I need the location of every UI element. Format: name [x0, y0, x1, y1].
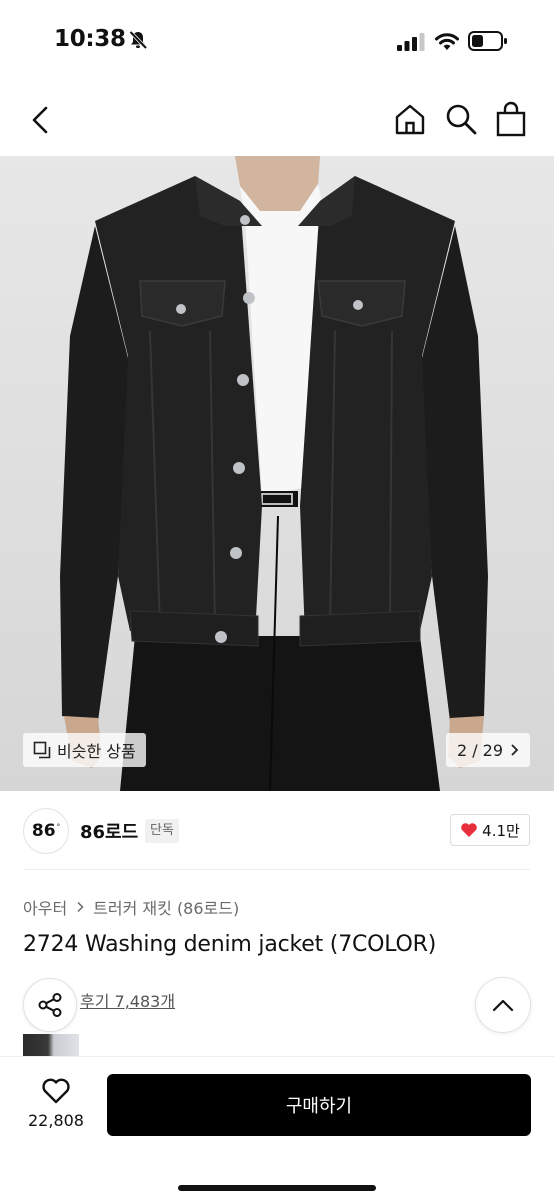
chevron-up-icon	[492, 999, 514, 1012]
similar-products-label: 비슷한 상품	[57, 742, 136, 761]
brand-logo-text: 86	[31, 821, 56, 841]
brand-row: 86 ° 86로드 단독 4.1만	[0, 791, 554, 871]
denim-jacket-photo	[60, 156, 488, 791]
scroll-to-top-button[interactable]	[475, 977, 531, 1033]
chevron-right-icon	[511, 744, 519, 756]
nav-bar	[0, 84, 554, 156]
similar-items-icon	[33, 741, 51, 759]
image-page-counter[interactable]: 2 / 29	[446, 733, 530, 767]
bell-off-icon	[129, 30, 148, 50]
back-icon[interactable]	[26, 104, 56, 136]
similar-products-button[interactable]: 비슷한 상품	[23, 733, 146, 767]
status-time: 10:38	[54, 26, 126, 52]
wish-count: 22,808	[28, 1111, 84, 1130]
signal-icon	[397, 33, 425, 51]
brand-logo-mark: °	[56, 823, 61, 831]
status-bar: 10:38	[0, 0, 554, 84]
heart-outline-icon[interactable]	[41, 1077, 71, 1105]
product-title: 2724 Washing denim jacket (7COLOR)	[23, 932, 437, 957]
breadcrumb: 아우터 트러커 재킷 (86로드)	[23, 895, 239, 919]
wifi-icon	[435, 33, 459, 50]
brand-logo[interactable]: 86 °	[23, 808, 69, 854]
home-indicator	[178, 1185, 376, 1191]
brand-name[interactable]: 86로드	[80, 818, 138, 844]
image-page-indicator: 2 / 29	[456, 740, 504, 760]
exclusive-badge: 단독	[145, 819, 179, 843]
battery-icon	[468, 31, 507, 51]
breadcrumb-subcategory[interactable]: 트러커 재킷 (86로드)	[93, 895, 239, 919]
share-button[interactable]	[23, 978, 77, 1032]
home-icon[interactable]	[393, 102, 427, 136]
search-icon[interactable]	[444, 102, 478, 136]
shopping-bag-icon[interactable]	[494, 101, 528, 137]
buy-button[interactable]: 구매하기	[107, 1074, 531, 1136]
chevron-right-icon	[77, 901, 84, 913]
bottom-action-bar: 22,808 구매하기	[0, 1056, 554, 1200]
share-icon	[38, 993, 62, 1017]
breadcrumb-category[interactable]: 아우터	[23, 895, 67, 919]
color-option-thumbnail[interactable]	[23, 1034, 79, 1056]
product-image[interactable]	[0, 156, 554, 791]
heart-filled-icon	[461, 823, 477, 837]
brand-like-count: 4.1만	[482, 821, 520, 840]
divider	[23, 869, 530, 870]
brand-like-button[interactable]: 4.1만	[450, 814, 530, 846]
review-link[interactable]: 후기 7,483개	[80, 988, 175, 1012]
